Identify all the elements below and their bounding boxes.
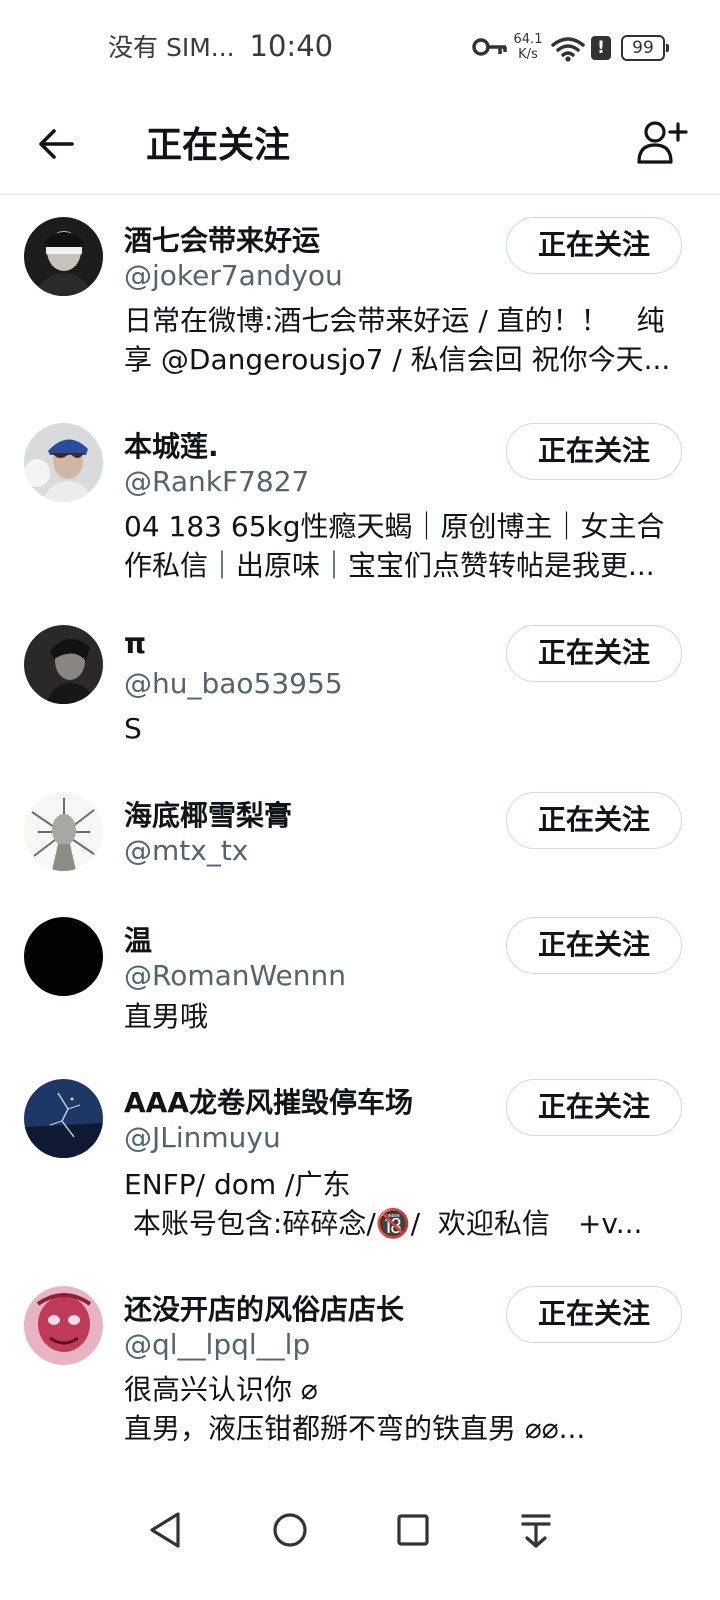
following-button[interactable]: 正在关注 <box>506 625 682 682</box>
status-bar: 没有 SIM... 10:40 64.1 K/s ! 99 <box>0 0 720 96</box>
list-item[interactable]: 酒七会带来好运 @joker7andyou 日常在微博:酒七会带来好运 / 直的… <box>0 195 720 400</box>
following-button[interactable]: 正在关注 <box>506 917 682 974</box>
following-button[interactable]: 正在关注 <box>506 1079 682 1136</box>
user-name: π <box>124 627 147 660</box>
avatar[interactable] <box>24 792 103 871</box>
carrier-text: 没有 SIM... <box>108 33 235 62</box>
back-triangle-icon[interactable] <box>136 1500 196 1560</box>
list-item[interactable]: 海底椰雪梨膏 @mtx_tx 正在关注 <box>0 770 720 895</box>
following-button[interactable]: 正在关注 <box>506 792 682 849</box>
add-user-icon[interactable] <box>636 118 688 166</box>
user-name: 还没开店的风俗店店长 <box>124 1293 405 1326</box>
key-icon <box>472 38 507 56</box>
list-item[interactable]: AAA龙卷风摧毁停车场 @JLinmuyu ENFP/ dom /广东 本账号包… <box>0 1057 720 1264</box>
page-title: 正在关注 <box>146 125 291 166</box>
user-handle: @joker7andyou <box>124 259 343 292</box>
following-button[interactable]: 正在关注 <box>506 1286 682 1343</box>
user-bio: S <box>124 712 142 745</box>
avatar[interactable] <box>24 423 103 502</box>
avatar[interactable] <box>24 625 103 704</box>
system-nav-bar <box>0 1480 720 1600</box>
arrow-left-icon[interactable] <box>32 120 80 168</box>
user-handle: @hu_bao53955 <box>124 667 343 700</box>
net-speed-unit: K/s <box>518 47 538 62</box>
list-item[interactable]: 还没开店的风俗店店长 @ql__lpql__lp 很高兴认识你 ⌀ 直男，液压钳… <box>0 1264 720 1464</box>
avatar[interactable] <box>24 1079 103 1158</box>
user-handle: @RomanWennn <box>124 959 347 992</box>
clock: 10:40 <box>249 29 334 63</box>
user-bio: 04 183 65kg性瘾天蝎｜原创博主｜女主合作私信｜出原味｜宝宝们点赞转帖是… <box>124 510 665 582</box>
user-name: 海底椰雪梨膏 <box>124 799 293 832</box>
net-speed: 64.1 K/s <box>510 32 546 62</box>
following-button[interactable]: 正在关注 <box>506 423 682 480</box>
status-left: 没有 SIM... 10:40 <box>108 28 333 64</box>
home-circle-icon[interactable] <box>260 1500 320 1560</box>
user-bio: 日常在微博:酒七会带来好运 / 直的！！ 纯享 @Dangerousjo7 / … <box>124 304 671 376</box>
list-item[interactable]: 本城莲. @RankF7827 04 183 65kg性瘾天蝎｜原创博主｜女主合… <box>0 401 720 606</box>
user-handle: @JLinmuyu <box>124 1121 281 1154</box>
user-handle: @mtx_tx <box>124 834 249 867</box>
user-handle: @ql__lpql__lp <box>124 1328 311 1361</box>
list-item[interactable]: 温 @RomanWennn 直男哦 正在关注 <box>0 895 720 1057</box>
user-name: 温 <box>124 924 153 957</box>
user-name: 本城莲. <box>124 430 219 463</box>
alert-icon: ! <box>591 36 611 60</box>
net-speed-value: 64.1 <box>513 32 543 47</box>
avatar[interactable] <box>24 917 103 996</box>
following-button[interactable]: 正在关注 <box>506 217 682 274</box>
notification-pull-icon[interactable] <box>506 1500 566 1560</box>
battery-icon: 99 <box>621 35 669 61</box>
user-bio: 很高兴认识你 ⌀ 直男，液压钳都掰不弯的铁直男 ⌀⌀... <box>124 1373 586 1445</box>
avatar[interactable] <box>24 217 103 296</box>
user-name: AAA龙卷风摧毁停车场 <box>124 1086 414 1119</box>
user-handle: @RankF7827 <box>124 465 310 498</box>
app-header: 正在关注 <box>0 96 720 195</box>
wifi-icon <box>551 37 585 62</box>
recents-square-icon[interactable] <box>383 1500 443 1560</box>
avatar[interactable] <box>24 1286 103 1365</box>
user-bio: ENFP/ dom /广东 本账号包含:碎碎念/🔞/ 欢迎私信 +v... <box>124 1168 643 1240</box>
user-name: 酒七会带来好运 <box>124 224 321 257</box>
user-bio: 直男哦 <box>124 1000 209 1033</box>
list-item[interactable]: π @hu_bao53955 S 正在关注 <box>0 603 720 769</box>
